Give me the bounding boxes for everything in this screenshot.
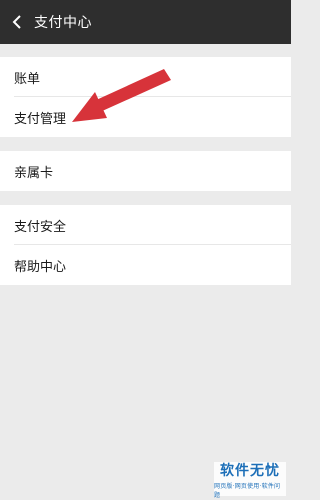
list-item-payment-management[interactable]: 支付管理 bbox=[0, 97, 291, 137]
list-item-family-card[interactable]: 亲属卡 bbox=[0, 151, 291, 191]
list-item-label: 支付管理 bbox=[14, 111, 67, 127]
list-item-label: 帮助中心 bbox=[14, 259, 67, 275]
group-security-help: 支付安全 帮助中心 bbox=[0, 205, 291, 285]
title-bar: 支付中心 bbox=[0, 0, 291, 44]
list-item-label: 亲属卡 bbox=[14, 165, 54, 181]
chevron-left-icon bbox=[12, 15, 21, 29]
list-item-label: 账单 bbox=[14, 71, 41, 87]
list-item-label: 支付安全 bbox=[14, 219, 67, 235]
list-item-payment-security[interactable]: 支付安全 bbox=[0, 205, 291, 245]
watermark-main-text: 软件无忧 bbox=[220, 462, 280, 479]
page-title: 支付中心 bbox=[34, 15, 92, 31]
watermark-logo: 软件无忧 网页版·网页使用·软件问题 bbox=[214, 462, 286, 499]
back-button[interactable] bbox=[2, 0, 32, 44]
list-item-help-center[interactable]: 帮助中心 bbox=[0, 245, 291, 285]
watermark-sub-text: 网页版·网页使用·软件问题 bbox=[214, 482, 281, 499]
group-bill-management: 账单 支付管理 bbox=[0, 57, 291, 137]
list-item-bill[interactable]: 账单 bbox=[0, 57, 291, 97]
group-family-card: 亲属卡 bbox=[0, 151, 291, 191]
